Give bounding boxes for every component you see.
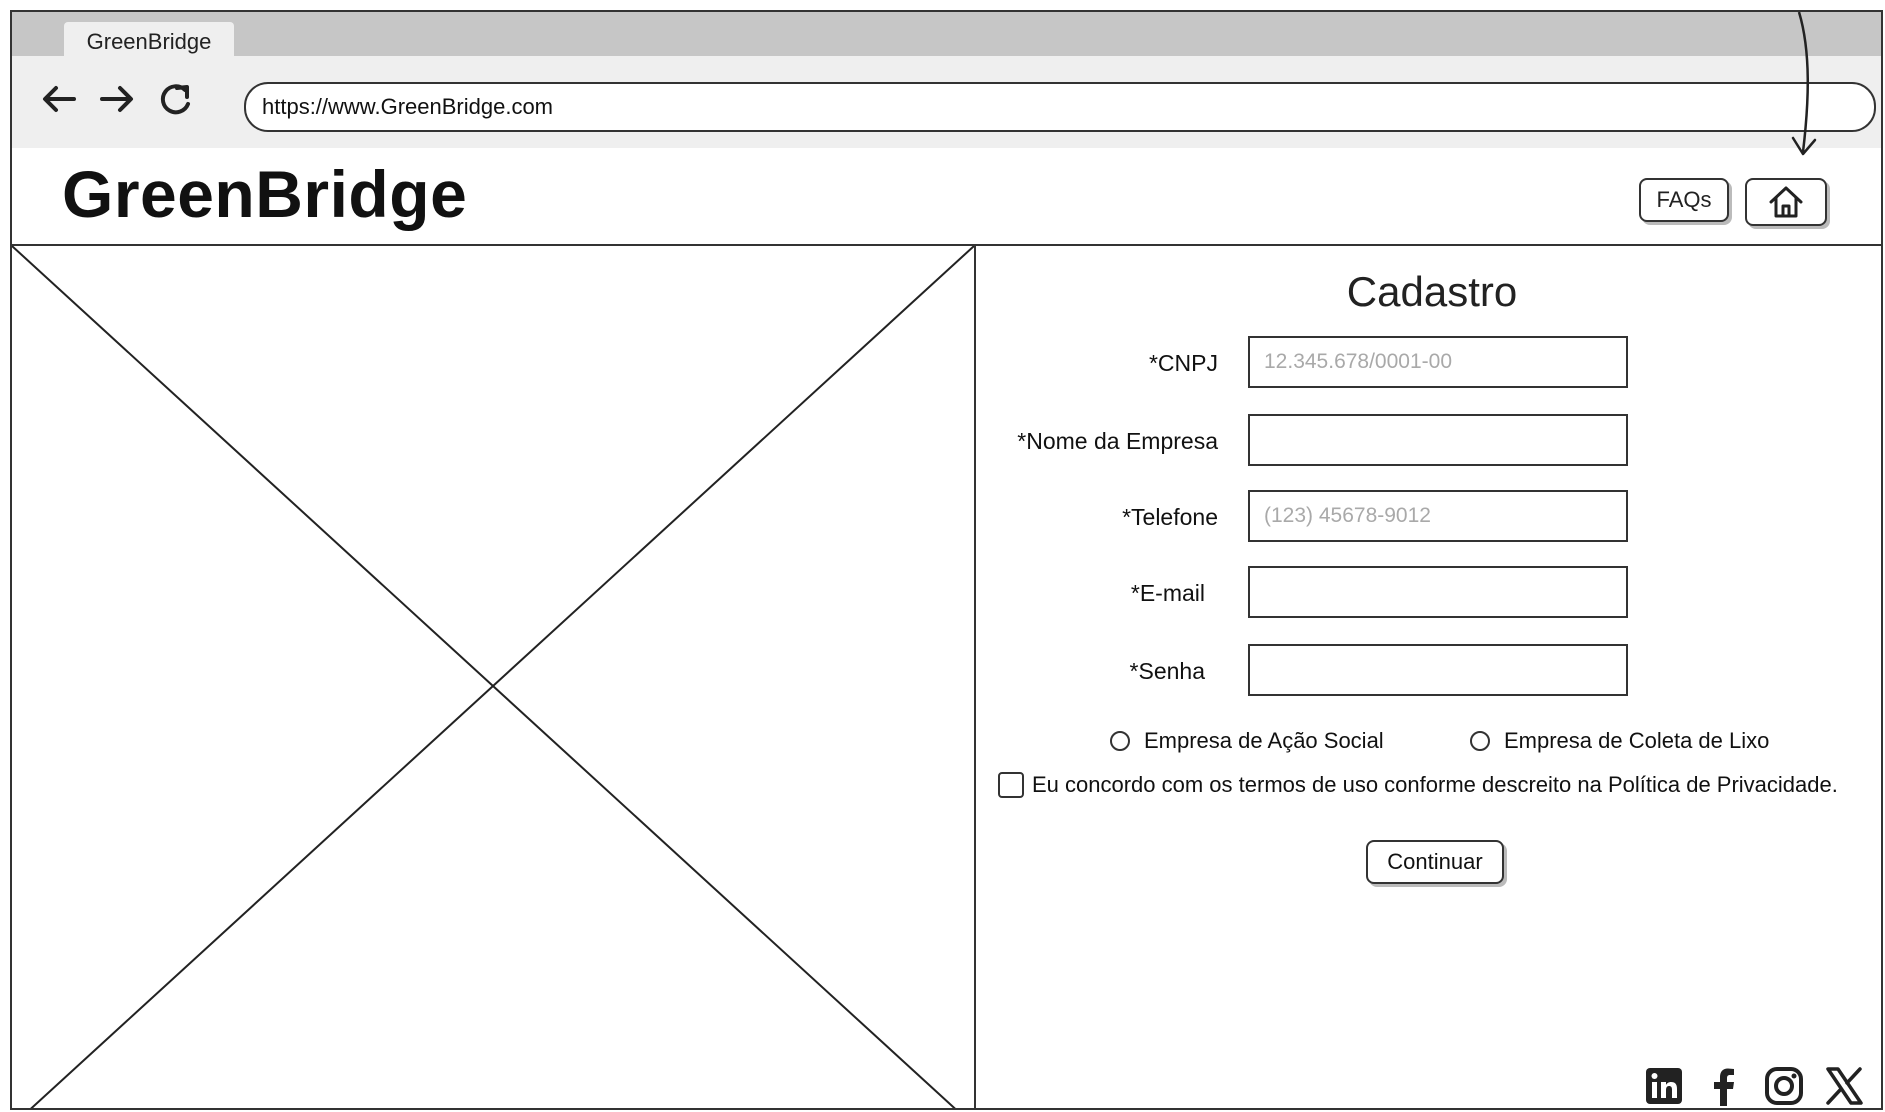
password-input[interactable] <box>1248 644 1628 696</box>
email-input[interactable] <box>1248 566 1628 618</box>
radio-waste-collection[interactable]: Empresa de Coleta de Lixo <box>1470 728 1769 754</box>
radio-social-action[interactable]: Empresa de Ação Social <box>1110 728 1384 754</box>
placeholder-cross <box>12 245 975 1108</box>
terms-checkbox-row[interactable]: Eu concordo com os termos de uso conform… <box>998 772 1838 798</box>
x-icon[interactable] <box>1822 1064 1866 1108</box>
home-button[interactable] <box>1745 178 1827 226</box>
continue-button[interactable]: Continuar <box>1366 840 1504 884</box>
site-logo[interactable]: GreenBridge <box>62 154 467 234</box>
image-placeholder <box>12 244 976 1108</box>
browser-window: GreenBridge https://www.GreenBridge.com … <box>10 10 1883 1110</box>
url-input[interactable]: https://www.GreenBridge.com <box>244 82 1876 132</box>
tab-strip: GreenBridge <box>12 12 1881 64</box>
cnpj-input[interactable] <box>1248 336 1628 388</box>
faqs-button[interactable]: FAQs <box>1639 178 1729 222</box>
phone-label: *Telefone <box>1122 504 1218 530</box>
company-name-label: *Nome da Empresa <box>1017 428 1218 454</box>
instagram-icon[interactable] <box>1762 1064 1806 1108</box>
reload-icon[interactable] <box>152 76 198 122</box>
forward-arrow-icon[interactable] <box>94 76 140 122</box>
cnpj-label: *CNPJ <box>1148 350 1218 376</box>
browser-toolbar: https://www.GreenBridge.com <box>12 56 1881 150</box>
home-icon <box>1769 186 1803 218</box>
linkedin-icon[interactable] <box>1642 1064 1686 1108</box>
form-title: Cadastro <box>1346 268 1518 315</box>
phone-input[interactable] <box>1248 490 1628 542</box>
password-label: *Senha <box>1129 658 1205 684</box>
email-label: *E-mail <box>1130 580 1205 606</box>
facebook-icon[interactable] <box>1702 1064 1746 1108</box>
company-name-input[interactable] <box>1248 414 1628 466</box>
back-arrow-icon[interactable] <box>36 76 82 122</box>
site-header: GreenBridge FAQs <box>12 148 1881 246</box>
radio-button[interactable] <box>1470 731 1490 751</box>
terms-checkbox[interactable] <box>998 772 1024 798</box>
radio-label: Empresa de Ação Social <box>1144 728 1384 753</box>
radio-label: Empresa de Coleta de Lixo <box>1504 728 1770 753</box>
radio-button[interactable] <box>1110 731 1130 751</box>
terms-label: Eu concordo com os termos de uso conform… <box>1032 772 1838 797</box>
